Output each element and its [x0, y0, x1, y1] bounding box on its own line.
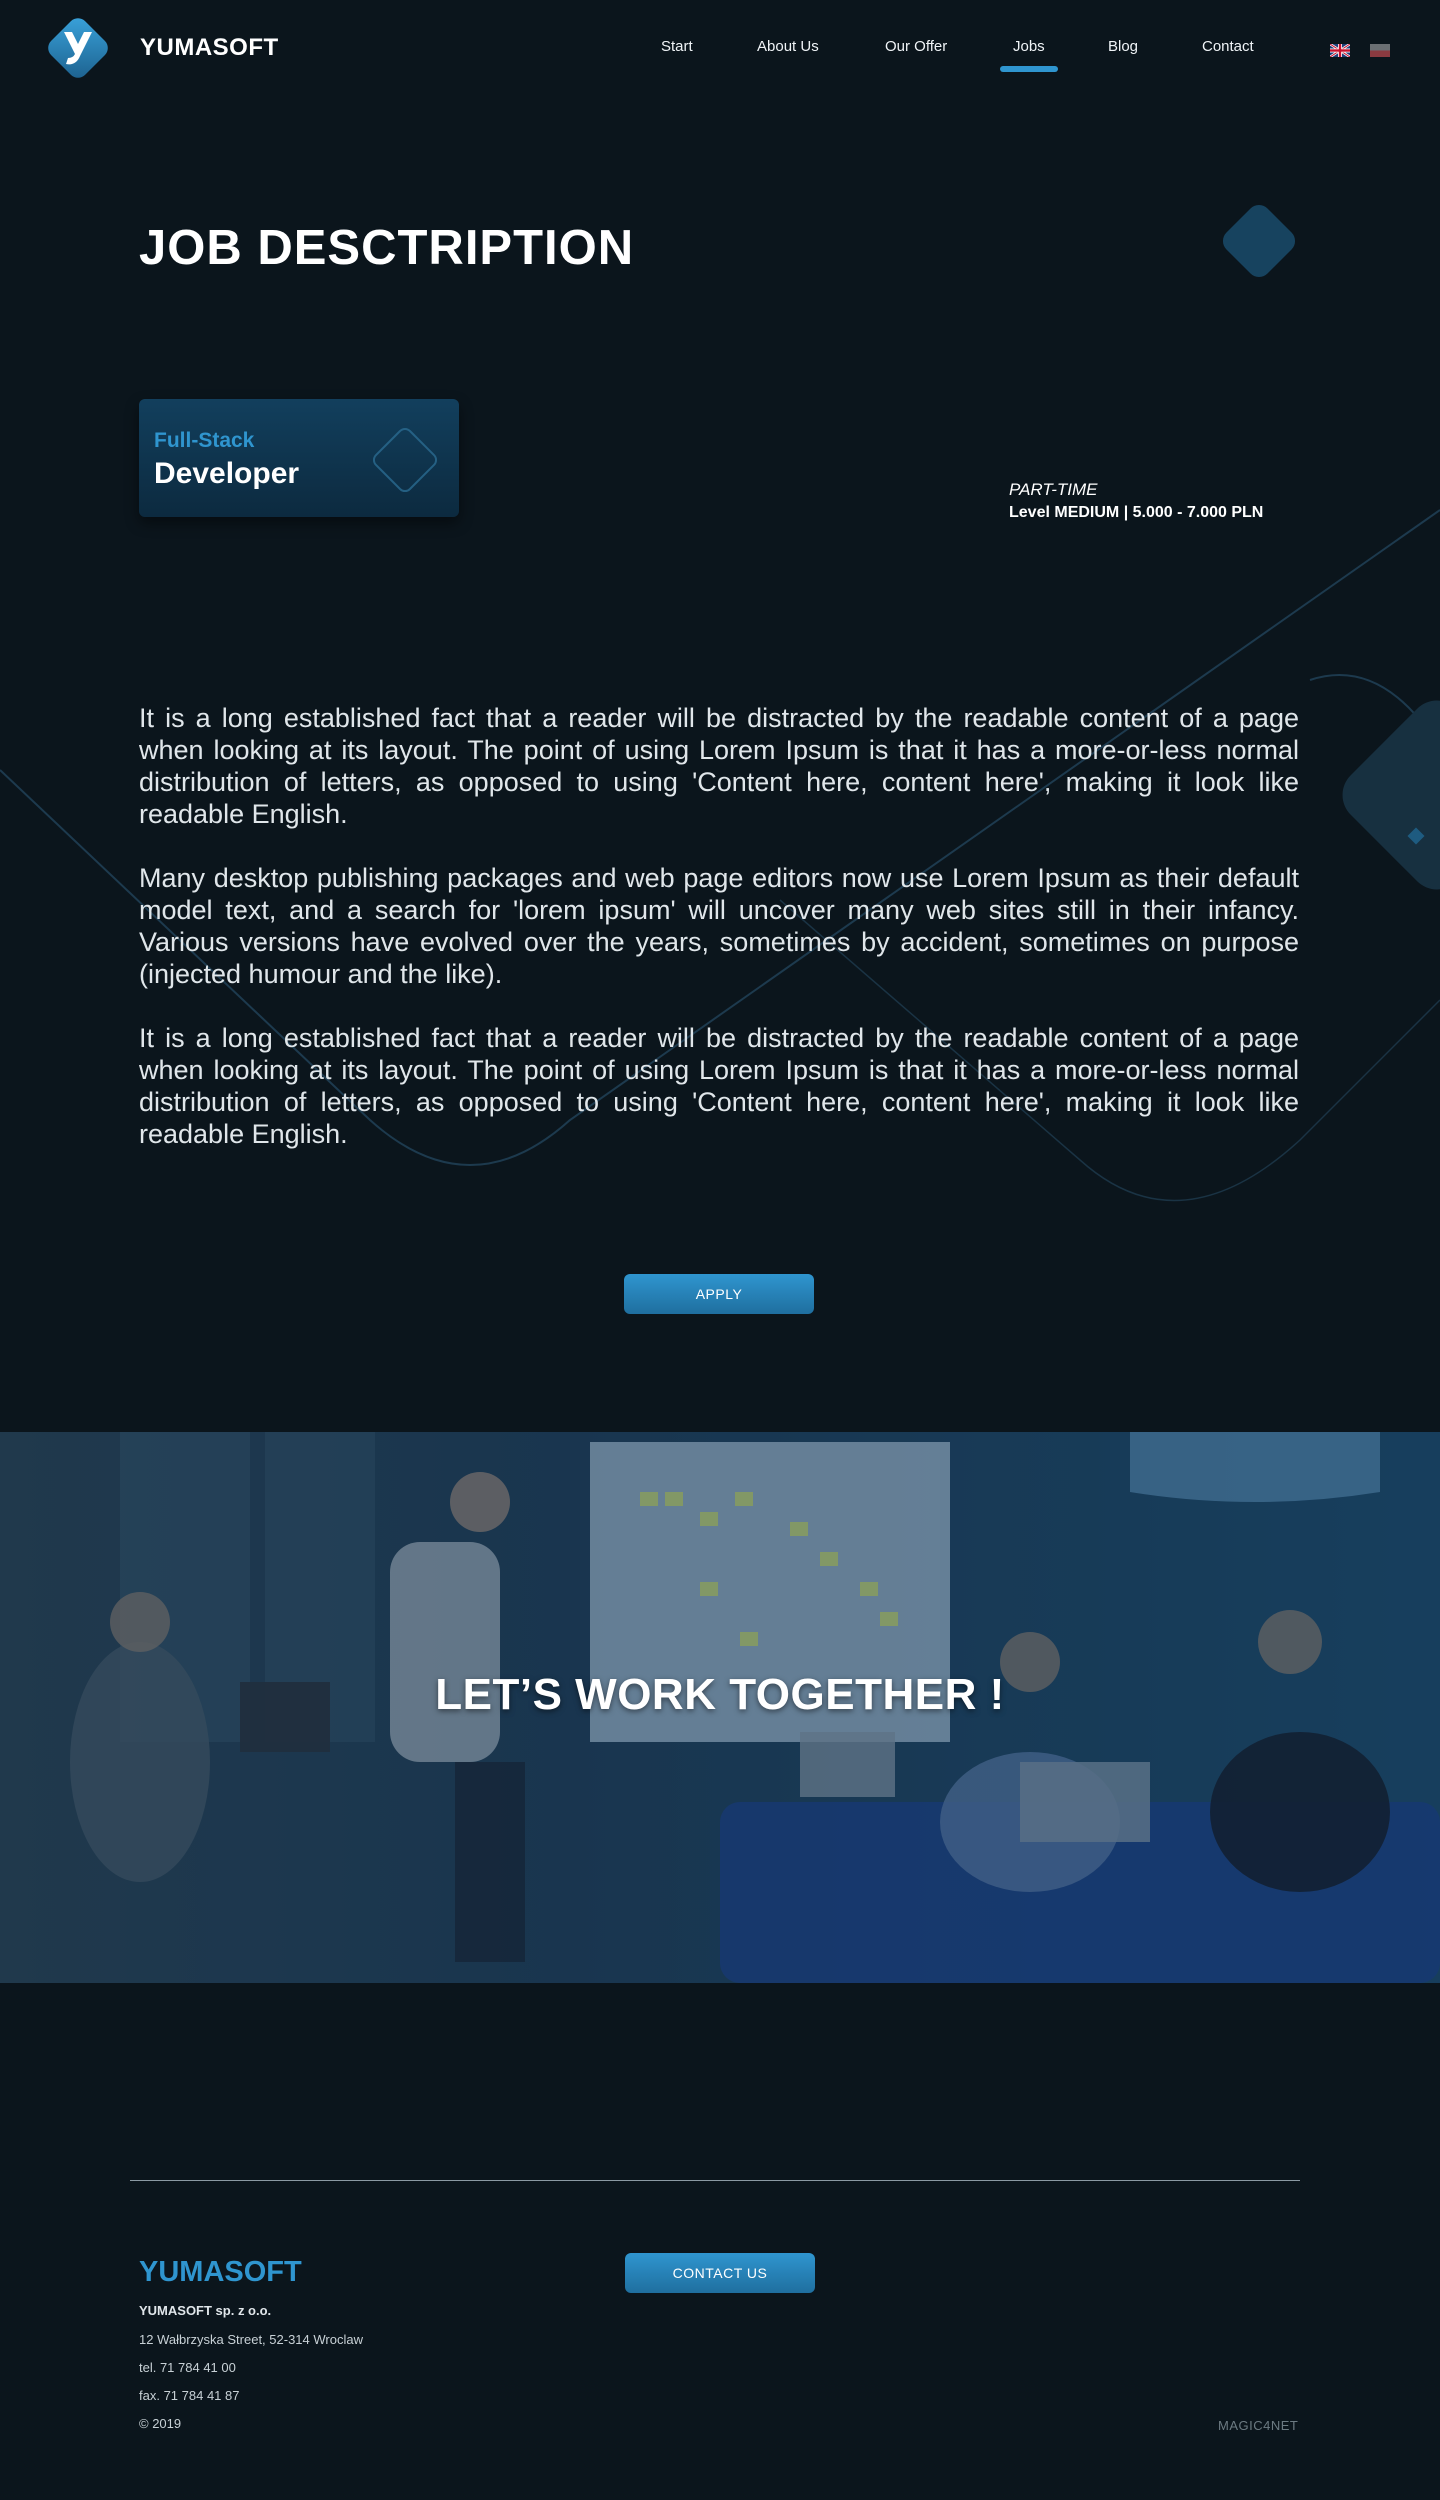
main-nav: Start About Us Our Offer Jobs Blog Conta…: [0, 38, 1440, 78]
pl-flag-icon[interactable]: [1370, 44, 1390, 57]
diamond-decoration-icon: [1217, 199, 1301, 283]
footer-copyright: © 2019: [139, 2416, 182, 2431]
contact-us-button[interactable]: CONTACT US: [625, 2253, 815, 2293]
footer-fax: fax. 71 784 41 87: [139, 2388, 240, 2403]
team-photo-banner: LET’S WORK TOGETHER !: [0, 1432, 1440, 1983]
nav-item-our-offer[interactable]: Our Offer: [885, 38, 947, 55]
job-type: PART-TIME: [1009, 480, 1098, 499]
description-paragraph: It is a long established fact that a rea…: [139, 1023, 1299, 1149]
job-level-salary: Level MEDIUM | 5.000 - 7.000 PLN: [1009, 504, 1264, 521]
footer-company-name: YUMASOFT sp. z o.o.: [139, 2303, 272, 2318]
job-role: Developer: [154, 457, 300, 490]
footer-credit-link[interactable]: MAGIC4NET: [1218, 2418, 1298, 2433]
diamond-outline-icon: [369, 424, 441, 496]
banner-title: LET’S WORK TOGETHER !: [435, 1670, 1005, 1719]
job-meta: PART-TIME Level MEDIUM | 5.000 - 7.000 P…: [1009, 480, 1329, 522]
footer-address: 12 Wałbrzyska Street, 52-314 Wroclaw: [139, 2332, 363, 2347]
nav-item-contact[interactable]: Contact: [1202, 38, 1254, 55]
description-paragraph: It is a long established fact that a rea…: [139, 703, 1299, 829]
page-title: JOB DESCTRIPTION: [139, 221, 635, 275]
site-header: YUMASOFT Start About Us Our Offer Jobs B…: [0, 0, 1440, 100]
page: YUMASOFT Start About Us Our Offer Jobs B…: [0, 0, 1440, 2500]
nav-item-start[interactable]: Start: [661, 38, 693, 55]
apply-button[interactable]: APPLY: [624, 1274, 814, 1314]
nav-item-jobs[interactable]: Jobs: [1000, 38, 1058, 72]
nav-item-about-us[interactable]: About Us: [757, 38, 819, 55]
job-category-card: Full-Stack Developer: [139, 399, 459, 517]
nav-item-blog[interactable]: Blog: [1108, 38, 1138, 55]
footer-phone: tel. 71 784 41 00: [139, 2360, 236, 2375]
job-category: Full-Stack: [154, 429, 255, 452]
en-flag-icon[interactable]: [1330, 44, 1350, 57]
description-paragraph: Many desktop publishing packages and web…: [139, 863, 1299, 989]
footer-brand: YUMASOFT: [139, 2256, 302, 2288]
footer-divider: [130, 2180, 1300, 2181]
job-description: It is a long established fact that a rea…: [139, 702, 1299, 1182]
